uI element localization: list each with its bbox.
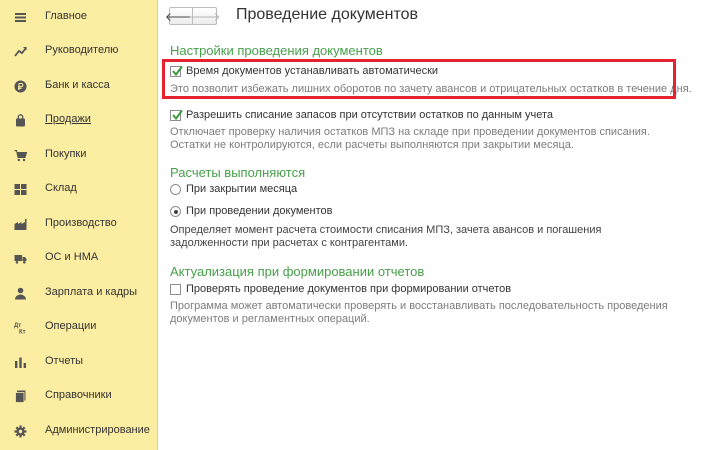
sidebar-item-label: Банк и касса — [45, 79, 110, 91]
trend-chart-icon — [14, 45, 27, 58]
gear-icon — [14, 425, 27, 438]
sidebar-item-label: Руководителю — [45, 44, 119, 56]
sidebar-item-label: Покупки — [45, 148, 87, 160]
allow-writeoff-hint-line2: Остатки не контролируются, если расчеты … — [170, 139, 574, 151]
sidebar-item-operations[interactable]: Дт Кт Операции — [0, 312, 157, 342]
reports-hint-line2: документов и регламентных операций. — [170, 313, 370, 325]
history-navigation: 🡐 🡒 — [165, 7, 221, 25]
sidebar-item-production[interactable]: Производство — [0, 209, 157, 239]
sidebar-item-label: Справочники — [45, 389, 112, 401]
sidebar-item-label: ОС и НМА — [45, 251, 99, 263]
factory-icon — [14, 218, 27, 231]
sidebar-item-payroll[interactable]: Зарплата и кадры — [0, 278, 157, 308]
page-title: Проведение документов — [236, 6, 419, 23]
shopping-bag-icon — [14, 114, 27, 127]
shopping-cart-icon — [14, 149, 27, 162]
radio-doc-posting[interactable] — [170, 206, 181, 217]
sidebar-item-reports[interactable]: Отчеты — [0, 347, 157, 377]
allow-writeoff-checkbox[interactable] — [170, 109, 183, 121]
calculations-hint-line1: Определяет момент расчета стоимости спис… — [170, 224, 602, 236]
section-title-reports: Актуализация при формировании отчетов — [170, 264, 425, 279]
allow-writeoff-hint-line1: Отключает проверку наличия остатков МПЗ … — [170, 126, 650, 138]
radio-selected-dot — [173, 209, 178, 214]
warehouse-grid-icon — [14, 183, 27, 196]
check-docs-label[interactable]: Проверять проведение документов при форм… — [186, 283, 511, 295]
arrow-right-icon: 🡒 — [188, 9, 221, 24]
ruble-coin-icon — [14, 80, 27, 93]
bar-chart-icon — [14, 356, 27, 369]
sidebar-item-label: Склад — [45, 182, 77, 194]
sidebar-item-label: Главное — [45, 10, 88, 22]
sidebar-item-label: Операции — [45, 320, 97, 332]
sidebar-item-label: Продажи — [45, 113, 91, 125]
checkmark-icon — [172, 109, 183, 121]
radio-month-close-label[interactable]: При закрытии месяца — [186, 183, 297, 195]
sidebar-item-warehouse[interactable]: Склад — [0, 174, 157, 204]
sidebar-item-purchases[interactable]: Покупки — [0, 140, 157, 170]
hamburger-menu-icon — [14, 11, 27, 24]
reports-hint-line1: Программа может автоматически проверять … — [170, 300, 668, 312]
section-title-calculations: Расчеты выполняются — [170, 165, 306, 180]
book-icon — [14, 390, 27, 403]
sidebar-item-label: Отчеты — [45, 355, 84, 367]
sidebar-item-label: Администрирование — [45, 424, 150, 436]
allow-writeoff-label[interactable]: Разрешить списание запасов при отсутстви… — [186, 109, 553, 121]
radio-month-close[interactable] — [170, 184, 181, 195]
check-docs-checkbox[interactable] — [170, 284, 181, 295]
sidebar-item-main[interactable]: Главное — [0, 2, 157, 32]
sidebar-item-sales[interactable]: Продажи — [0, 105, 157, 135]
section-title-settings: Настройки проведения документов — [170, 43, 383, 58]
highlight-frame — [162, 59, 676, 99]
svg-text:Дт: Дт — [14, 323, 21, 329]
radio-doc-posting-label[interactable]: При проведении документов — [186, 205, 332, 217]
sidebar-item-directories[interactable]: Справочники — [0, 381, 157, 411]
sidebar-item-fixed-assets[interactable]: ОС и НМА — [0, 243, 157, 273]
sidebar-item-manager[interactable]: Руководителю — [0, 36, 157, 66]
sidebar-item-label: Производство — [45, 217, 117, 229]
calculations-hint-line2: задолженности при расчетах с контрагента… — [170, 237, 409, 249]
svg-text:Кт: Кт — [19, 330, 26, 335]
sidebar-item-label: Зарплата и кадры — [45, 286, 138, 298]
truck-icon — [14, 252, 27, 265]
sidebar-item-administration[interactable]: Администрирование — [0, 416, 157, 446]
debit-credit-icon: Дт Кт — [14, 321, 27, 334]
forward-button[interactable]: 🡒 — [188, 7, 221, 25]
sidebar: Главное Руководителю Банк и касса Продаж… — [0, 0, 158, 450]
sidebar-item-bank[interactable]: Банк и касса — [0, 71, 157, 101]
person-icon — [14, 287, 27, 300]
